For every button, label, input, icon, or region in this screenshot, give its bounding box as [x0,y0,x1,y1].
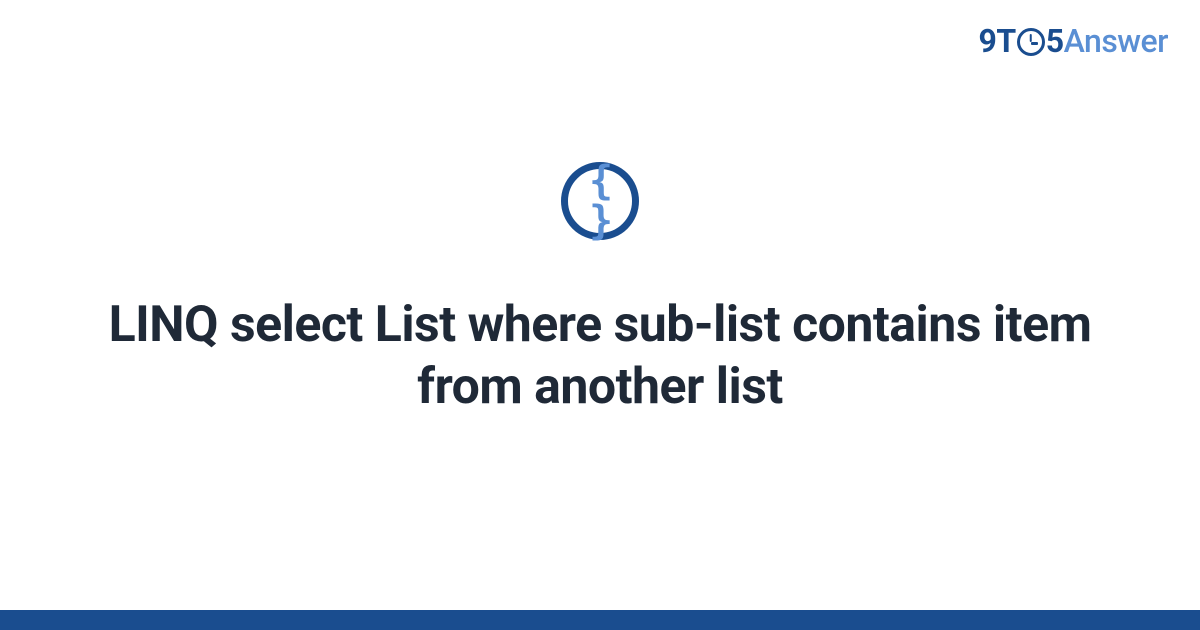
clock-icon [1017,28,1045,56]
main-content: { } LINQ select List where sub-list cont… [0,162,1200,418]
question-title: LINQ select List where sub-list contains… [60,294,1140,418]
bottom-accent-bar [0,610,1200,630]
category-icon: { } [561,162,639,240]
braces-icon: { } [568,161,632,241]
logo-suffix: 5 [1046,22,1064,60]
logo-prefix: 9T [979,22,1016,60]
site-logo[interactable]: 9T 5 Answer [979,22,1168,60]
logo-word: Answer [1064,22,1168,60]
